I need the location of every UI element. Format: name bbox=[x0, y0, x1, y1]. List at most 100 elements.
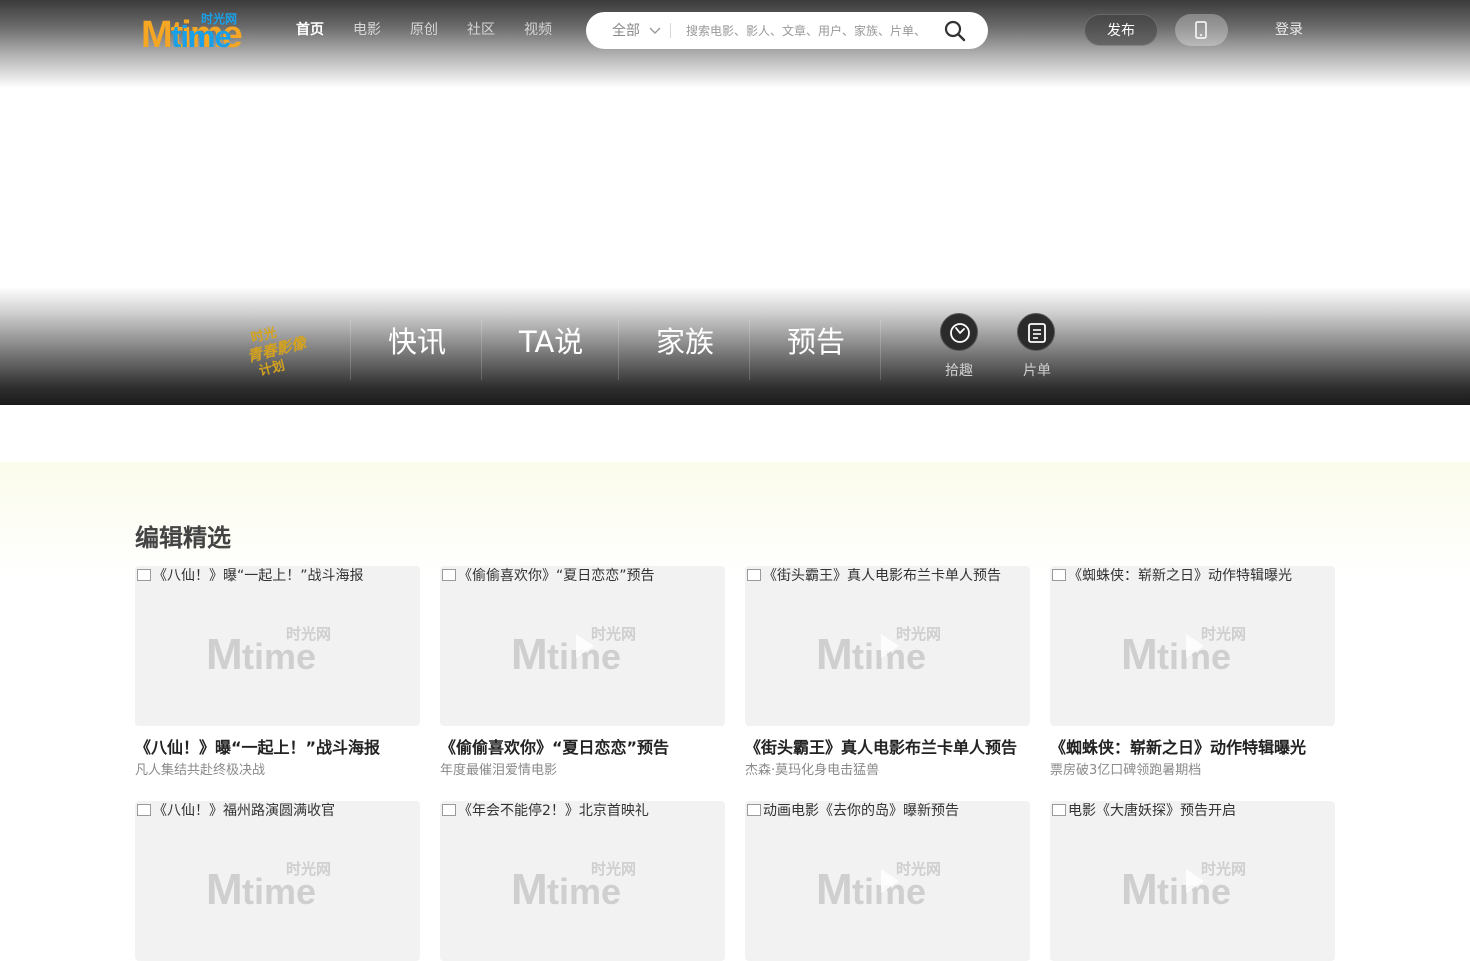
nav-item-home[interactable]: 首页 bbox=[296, 21, 324, 39]
chevron-down-icon[interactable] bbox=[649, 24, 661, 36]
channel-tab-family[interactable]: 家族 bbox=[656, 324, 714, 360]
fun-finds-button[interactable] bbox=[940, 313, 978, 351]
play-icon bbox=[1186, 634, 1204, 658]
mtime-watermark-icon: Mtime时光网 bbox=[206, 860, 331, 906]
pick-image-alt-label: 电影《大唐妖探》预告开启 bbox=[1068, 803, 1236, 819]
play-icon bbox=[1186, 869, 1204, 893]
pick-thumbnail[interactable]: Mtime 时光网 《八仙！》福州路演圆满收官 bbox=[135, 801, 420, 961]
play-icon bbox=[881, 869, 899, 893]
pick-image-alt-text: 电影《大唐妖探》预告开启 bbox=[1052, 802, 1236, 820]
channel-divider bbox=[350, 320, 351, 380]
list-icon bbox=[1028, 323, 1046, 343]
pick-card[interactable]: Mtime 时光网 《八仙！》曝“一起上！”战斗海报 《八仙！》曝“一起上！”战斗海报… bbox=[135, 566, 420, 779]
channel-tab-trailer[interactable]: 预告 bbox=[787, 324, 845, 360]
pick-card[interactable]: Mtime 时光网 《八仙！》福州路演圆满收官 bbox=[135, 801, 420, 961]
pick-thumbnail[interactable]: Mtime 时光网 《街头霸王》真人电影布兰卡单人预告 bbox=[745, 566, 1030, 726]
publish-button[interactable]: 发布 bbox=[1084, 14, 1158, 46]
broken-image-icon bbox=[442, 569, 456, 581]
pick-thumbnail[interactable]: Mtime 时光网 动画电影《去你的岛》曝新预告 bbox=[745, 801, 1030, 961]
pick-title[interactable]: 《八仙！》曝“一起上！”战斗海报 bbox=[135, 738, 420, 758]
search-divider bbox=[670, 23, 671, 38]
search-scope-select[interactable]: 全部 bbox=[612, 23, 640, 39]
main-nav: 首页 电影 原创 社区 视频 bbox=[296, 21, 581, 39]
film-list-label: 片单 bbox=[1023, 363, 1051, 379]
mtime-watermark-icon: Mtime时光网 bbox=[511, 860, 636, 906]
pick-card[interactable]: Mtime 时光网 《偷偷喜欢你》“夏日恋恋”预告 《偷偷喜欢你》“夏日恋恋”预告 年度… bbox=[440, 566, 725, 779]
broken-image-icon bbox=[1052, 804, 1066, 816]
svg-text:时光网: 时光网 bbox=[591, 625, 636, 643]
search-input[interactable] bbox=[686, 22, 926, 40]
svg-text:M: M bbox=[511, 630, 548, 671]
pick-image-alt-label: 《偷偷喜欢你》“夏日恋恋”预告 bbox=[458, 568, 655, 584]
svg-text:时光网: 时光网 bbox=[286, 860, 331, 878]
svg-text:M: M bbox=[816, 630, 853, 671]
svg-text:M: M bbox=[1121, 630, 1158, 671]
pick-image-alt-label: 《蜘蛛侠：崭新之日》动作特辑曝光 bbox=[1068, 568, 1292, 584]
channel-tab-ta-says[interactable]: TA说 bbox=[519, 324, 583, 360]
svg-text:M: M bbox=[206, 865, 243, 906]
pick-card[interactable]: Mtime 时光网 动画电影《去你的岛》曝新预告 bbox=[745, 801, 1030, 961]
film-list-button[interactable] bbox=[1017, 313, 1055, 351]
nav-item-community[interactable]: 社区 bbox=[467, 21, 495, 39]
svg-text:时光网: 时光网 bbox=[896, 625, 941, 643]
pick-subtitle: 票房破3亿口碑领跑暑期档 bbox=[1050, 763, 1202, 778]
svg-text:时光网: 时光网 bbox=[1201, 625, 1246, 643]
pick-card[interactable]: Mtime 时光网 电影《大唐妖探》预告开启 bbox=[1050, 801, 1335, 961]
pick-image-alt-label: 《八仙！》曝“一起上！”战斗海报 bbox=[153, 568, 364, 584]
svg-text:M: M bbox=[511, 865, 548, 906]
svg-text:M: M bbox=[1121, 865, 1158, 906]
mobile-app-button[interactable] bbox=[1175, 14, 1228, 46]
play-icon bbox=[881, 634, 899, 658]
svg-text:M: M bbox=[816, 865, 853, 906]
pick-subtitle: 年度最催泪爱情电影 bbox=[440, 763, 558, 778]
pick-image-alt-text: 《街头霸王》真人电影布兰卡单人预告 bbox=[747, 567, 1001, 585]
pick-image-alt-label: 《八仙！》福州路演圆满收官 bbox=[153, 803, 335, 819]
search-icon[interactable] bbox=[944, 20, 966, 42]
channel-divider bbox=[481, 320, 482, 380]
pick-thumbnail[interactable]: Mtime 时光网 《蜘蛛侠：崭新之日》动作特辑曝光 bbox=[1050, 566, 1335, 726]
pick-image-alt-label: 动画电影《去你的岛》曝新预告 bbox=[763, 803, 959, 819]
channel-bar bbox=[0, 287, 1470, 405]
pick-image-alt-text: 动画电影《去你的岛》曝新预告 bbox=[747, 802, 959, 820]
broken-image-icon bbox=[137, 569, 151, 581]
pick-title[interactable]: 《街头霸王》真人电影布兰卡单人预告 bbox=[745, 738, 1030, 758]
pick-thumbnail[interactable]: Mtime 时光网 电影《大唐妖探》预告开启 bbox=[1050, 801, 1335, 961]
top-header: Mtime time 时光网 首页 电影 原创 社区 视频 全部 发布 登录 bbox=[0, 0, 1470, 88]
broken-image-icon bbox=[747, 569, 761, 581]
channel-tab-news[interactable]: 快讯 bbox=[388, 324, 446, 360]
pick-image-alt-text: 《八仙！》曝“一起上！”战斗海报 bbox=[137, 567, 364, 585]
pick-image-alt-text: 《年会不能停2！》北京首映礼 bbox=[442, 802, 649, 820]
mtime-watermark-icon: Mtime时光网 bbox=[206, 625, 331, 671]
broken-image-icon bbox=[137, 804, 151, 816]
mtime-logo[interactable]: Mtime time 时光网 bbox=[141, 10, 253, 50]
pick-thumbnail[interactable]: Mtime 时光网 《八仙！》曝“一起上！”战斗海报 bbox=[135, 566, 420, 726]
nav-item-original[interactable]: 原创 bbox=[410, 21, 438, 39]
svg-text:时光网: 时光网 bbox=[286, 625, 331, 643]
svg-text:时光网: 时光网 bbox=[591, 860, 636, 878]
pick-card[interactable]: Mtime 时光网 《街头霸王》真人电影布兰卡单人预告 《街头霸王》真人电影布兰卡单人… bbox=[745, 566, 1030, 779]
login-link[interactable]: 登录 bbox=[1275, 22, 1303, 38]
youth-film-plan-logo[interactable]: 时光 青春影像 计划 bbox=[240, 318, 318, 376]
pick-thumbnail[interactable]: Mtime 时光网 《年会不能停2！》北京首映礼 bbox=[440, 801, 725, 961]
svg-text:M: M bbox=[206, 630, 243, 671]
search-bar: 全部 bbox=[586, 12, 988, 49]
nav-item-video[interactable]: 视频 bbox=[524, 21, 552, 39]
broken-image-icon bbox=[747, 804, 761, 816]
play-icon bbox=[576, 634, 594, 658]
pick-card[interactable]: Mtime 时光网 《年会不能停2！》北京首映礼 bbox=[440, 801, 725, 961]
nav-item-movies[interactable]: 电影 bbox=[353, 21, 381, 39]
pick-card[interactable]: Mtime 时光网 《蜘蛛侠：崭新之日》动作特辑曝光 《蜘蛛侠：崭新之日》动作特辑曝光… bbox=[1050, 566, 1335, 779]
pick-title[interactable]: 《偷偷喜欢你》“夏日恋恋”预告 bbox=[440, 738, 725, 758]
picks-background bbox=[0, 462, 1470, 582]
logo-cn: 时光网 bbox=[201, 11, 237, 26]
broken-image-icon bbox=[442, 804, 456, 816]
pick-title[interactable]: 《蜘蛛侠：崭新之日》动作特辑曝光 bbox=[1050, 738, 1335, 758]
pick-image-alt-text: 《八仙！》福州路演圆满收官 bbox=[137, 802, 335, 820]
pick-subtitle: 杰森·莫玛化身电击猛兽 bbox=[745, 763, 880, 778]
pick-subtitle: 凡人集结共赴终极决战 bbox=[135, 763, 266, 778]
pick-image-alt-label: 《年会不能停2！》北京首映礼 bbox=[458, 803, 649, 819]
fun-finds-label: 拾趣 bbox=[945, 363, 973, 379]
svg-text:时光网: 时光网 bbox=[1201, 860, 1246, 878]
compass-icon bbox=[950, 323, 970, 343]
pick-thumbnail[interactable]: Mtime 时光网 《偷偷喜欢你》“夏日恋恋”预告 bbox=[440, 566, 725, 726]
